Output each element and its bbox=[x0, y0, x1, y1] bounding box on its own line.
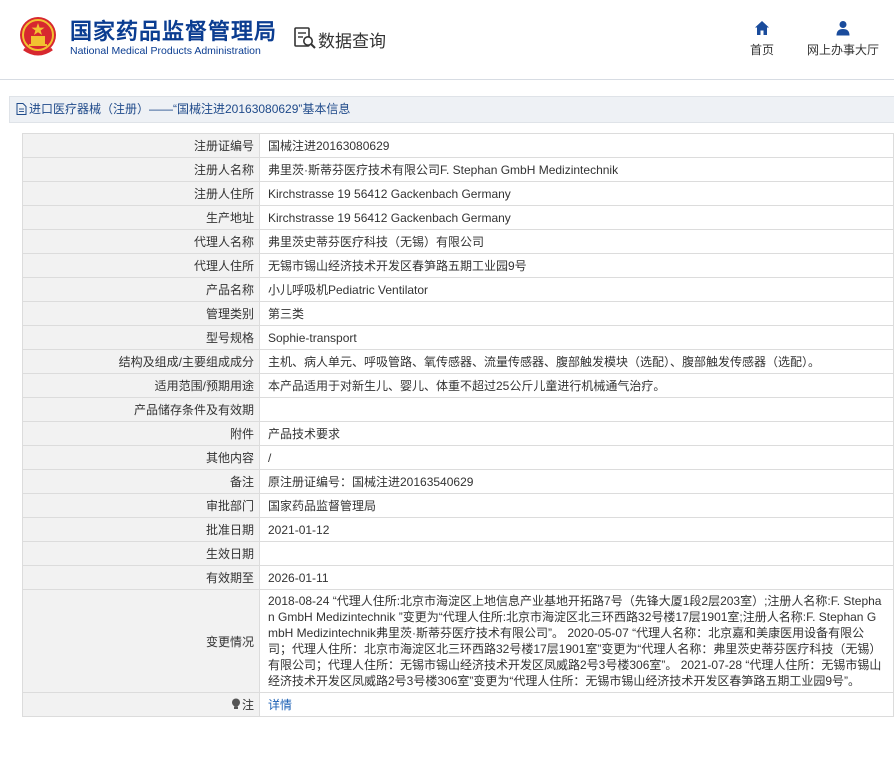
field-label: 注册证编号 bbox=[22, 133, 260, 158]
field-label: 注册人名称 bbox=[22, 157, 260, 182]
nav-home[interactable]: 首页 bbox=[746, 20, 778, 58]
table-row-changes: 变更情况 2018-08-24 “代理人住所:北京市海淀区上地信息产业基地开拓路7… bbox=[22, 589, 894, 693]
field-label: 批准日期 bbox=[22, 517, 260, 542]
site-header: 国家药品监督管理局 National Medical Products Admi… bbox=[0, 0, 894, 80]
field-label: 备注 bbox=[22, 469, 260, 494]
table-row: 产品储存条件及有效期 bbox=[22, 397, 894, 422]
note-value: 详情 bbox=[259, 692, 894, 717]
table-row: 管理类别 第三类 bbox=[22, 301, 894, 326]
field-value: Kirchstrasse 19 56412 Gackenbach Germany bbox=[259, 181, 894, 206]
field-label: 附件 bbox=[22, 421, 260, 446]
field-value: 国械注进20163080629 bbox=[259, 133, 894, 158]
table-row: 注册人名称 弗里茨·斯蒂芬医疗技术有限公司F. Stephan GmbH Medi… bbox=[22, 157, 894, 182]
field-label: 生效日期 bbox=[22, 541, 260, 566]
table-row: 结构及组成/主要组成成分 主机、病人单元、呼吸管路、氧传感器、流量传感器、腹部触发… bbox=[22, 349, 894, 374]
home-icon bbox=[755, 21, 769, 35]
field-value: 2021-01-12 bbox=[259, 517, 894, 542]
field-label: 其他内容 bbox=[22, 445, 260, 470]
field-label: 结构及组成/主要组成成分 bbox=[22, 349, 260, 374]
change-history: 2018-08-24 “代理人住所:北京市海淀区上地信息产业基地开拓路7号（先锋… bbox=[259, 589, 894, 693]
field-value: 主机、病人单元、呼吸管路、氧传感器、流量传感器、腹部触发模块（选配）、腹部触发传… bbox=[259, 349, 894, 374]
table-row: 产品名称 小儿呼吸机Pediatric Ventilator bbox=[22, 277, 894, 302]
table-row: 适用范围/预期用途 本产品适用于对新生儿、婴儿、体重不超过25公斤儿童进行机械通气… bbox=[22, 373, 894, 398]
field-label: 注册人住所 bbox=[22, 181, 260, 206]
field-label: 变更情况 bbox=[22, 589, 260, 693]
field-label: 产品名称 bbox=[22, 277, 260, 302]
field-label: 适用范围/预期用途 bbox=[22, 373, 260, 398]
table-row-note: 注详情 bbox=[22, 692, 894, 717]
field-label: 产品储存条件及有效期 bbox=[22, 397, 260, 422]
table-row: 备注 原注册证编号：国械注进20163540629 bbox=[22, 469, 894, 494]
org-name-en: National Medical Products Administration bbox=[70, 45, 261, 57]
field-value: 无锡市锡山经济技术开发区春笋路五期工业园9号 bbox=[259, 253, 894, 278]
field-label: 代理人名称 bbox=[22, 229, 260, 254]
field-value bbox=[259, 397, 894, 422]
table-row: 其他内容 / bbox=[22, 445, 894, 470]
document-search-icon bbox=[294, 27, 316, 49]
table-row: 生产地址 Kirchstrasse 19 56412 Gackenbach Ger… bbox=[22, 205, 894, 230]
table-row: 附件 产品技术要求 bbox=[22, 421, 894, 446]
breadcrumb-text: 进口医疗器械（注册）——“国械注进20163080629”基本信息 bbox=[29, 102, 351, 116]
note-label: 注 bbox=[241, 697, 254, 712]
field-label: 有效期至 bbox=[22, 565, 260, 590]
page-title: 数据查询 bbox=[318, 32, 386, 51]
breadcrumb: 进口医疗器械（注册）——“国械注进20163080629”基本信息 bbox=[9, 96, 894, 123]
table-row: 型号规格 Sophie-transport bbox=[22, 325, 894, 350]
nav-online-hall[interactable]: 网上办事大厅 bbox=[800, 20, 886, 58]
org-name-cn: 国家药品监督管理局 bbox=[70, 19, 278, 44]
field-label: 生产地址 bbox=[22, 205, 260, 230]
field-value: 弗里茨史蒂芬医疗科技（无锡）有限公司 bbox=[259, 229, 894, 254]
table-row: 有效期至 2026-01-11 bbox=[22, 565, 894, 590]
national-emblem-icon bbox=[20, 17, 56, 56]
field-label: 代理人住所 bbox=[22, 253, 260, 278]
field-value: 国家药品监督管理局 bbox=[259, 493, 894, 518]
table-row: 注册人住所 Kirchstrasse 19 56412 Gackenbach Ge… bbox=[22, 181, 894, 206]
field-value: / bbox=[259, 445, 894, 470]
nav-online-hall-label: 网上办事大厅 bbox=[806, 43, 879, 57]
table-row: 审批部门 国家药品监督管理局 bbox=[22, 493, 894, 518]
field-value: 第三类 bbox=[259, 301, 894, 326]
field-value: 弗里茨·斯蒂芬医疗技术有限公司F. Stephan GmbH Medizinte… bbox=[259, 157, 894, 182]
table-row: 代理人住所 无锡市锡山经济技术开发区春笋路五期工业园9号 bbox=[22, 253, 894, 278]
user-icon bbox=[836, 21, 850, 36]
field-label: 审批部门 bbox=[22, 493, 260, 518]
table-row: 批准日期 2021-01-12 bbox=[22, 517, 894, 542]
field-value: 2026-01-11 bbox=[259, 565, 894, 590]
field-value: Kirchstrasse 19 56412 Gackenbach Germany bbox=[259, 205, 894, 230]
table-row: 注册证编号 国械注进20163080629 bbox=[22, 133, 894, 158]
field-value bbox=[259, 541, 894, 566]
table-row: 代理人名称 弗里茨史蒂芬医疗科技（无锡）有限公司 bbox=[22, 229, 894, 254]
lightbulb-icon bbox=[231, 698, 240, 710]
note-label-cell: 注 bbox=[22, 692, 260, 717]
table-row: 生效日期 bbox=[22, 541, 894, 566]
detail-link[interactable]: 详情 bbox=[268, 698, 292, 712]
field-value: 小儿呼吸机Pediatric Ventilator bbox=[259, 277, 894, 302]
field-label: 型号规格 bbox=[22, 325, 260, 350]
document-icon bbox=[16, 103, 27, 115]
nav-home-label: 首页 bbox=[749, 43, 774, 57]
info-table: 注册证编号 国械注进20163080629 注册人名称 弗里茨·斯蒂芬医疗技术有限公司… bbox=[22, 133, 894, 717]
field-value: 原注册证编号：国械注进20163540629 bbox=[259, 469, 894, 494]
field-value: 产品技术要求 bbox=[259, 421, 894, 446]
field-label: 管理类别 bbox=[22, 301, 260, 326]
field-value: 本产品适用于对新生儿、婴儿、体重不超过25公斤儿童进行机械通气治疗。 bbox=[259, 373, 894, 398]
field-value: Sophie-transport bbox=[259, 325, 894, 350]
